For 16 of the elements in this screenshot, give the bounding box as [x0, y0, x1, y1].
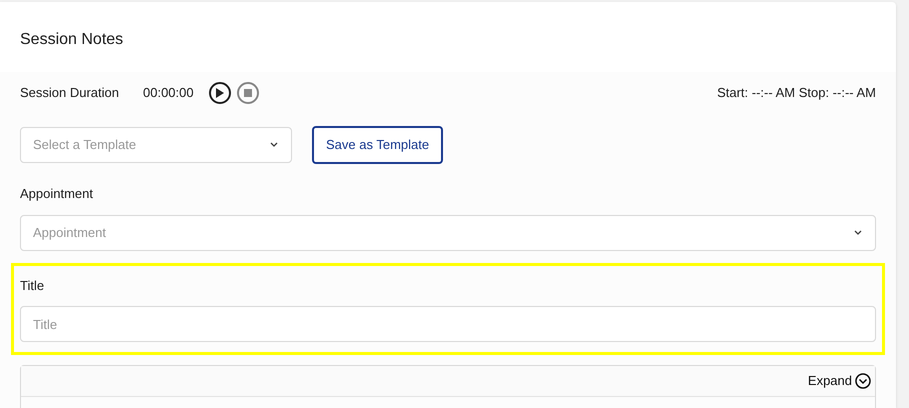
chevron-down-icon	[853, 230, 863, 236]
play-icon	[215, 88, 224, 98]
duration-label: Session Duration	[20, 84, 119, 102]
start-stop-times: Start: --:-- AM Stop: --:-- AM	[717, 84, 876, 102]
play-button[interactable]	[208, 82, 231, 104]
title-label: Title	[20, 277, 44, 295]
chevron-down-icon	[269, 142, 279, 148]
duration-time: 00:00:00	[143, 84, 194, 102]
appointment-label: Appointment	[20, 185, 93, 203]
card-title: Session Notes	[20, 30, 124, 50]
chevron-circle-icon	[855, 373, 871, 389]
save-template-button[interactable]: Save as Template	[312, 126, 444, 164]
stop-button[interactable]	[236, 82, 259, 104]
stop-icon	[244, 89, 252, 97]
expand-button[interactable]: Expand	[808, 371, 871, 391]
title-field[interactable]: Title	[20, 306, 876, 342]
